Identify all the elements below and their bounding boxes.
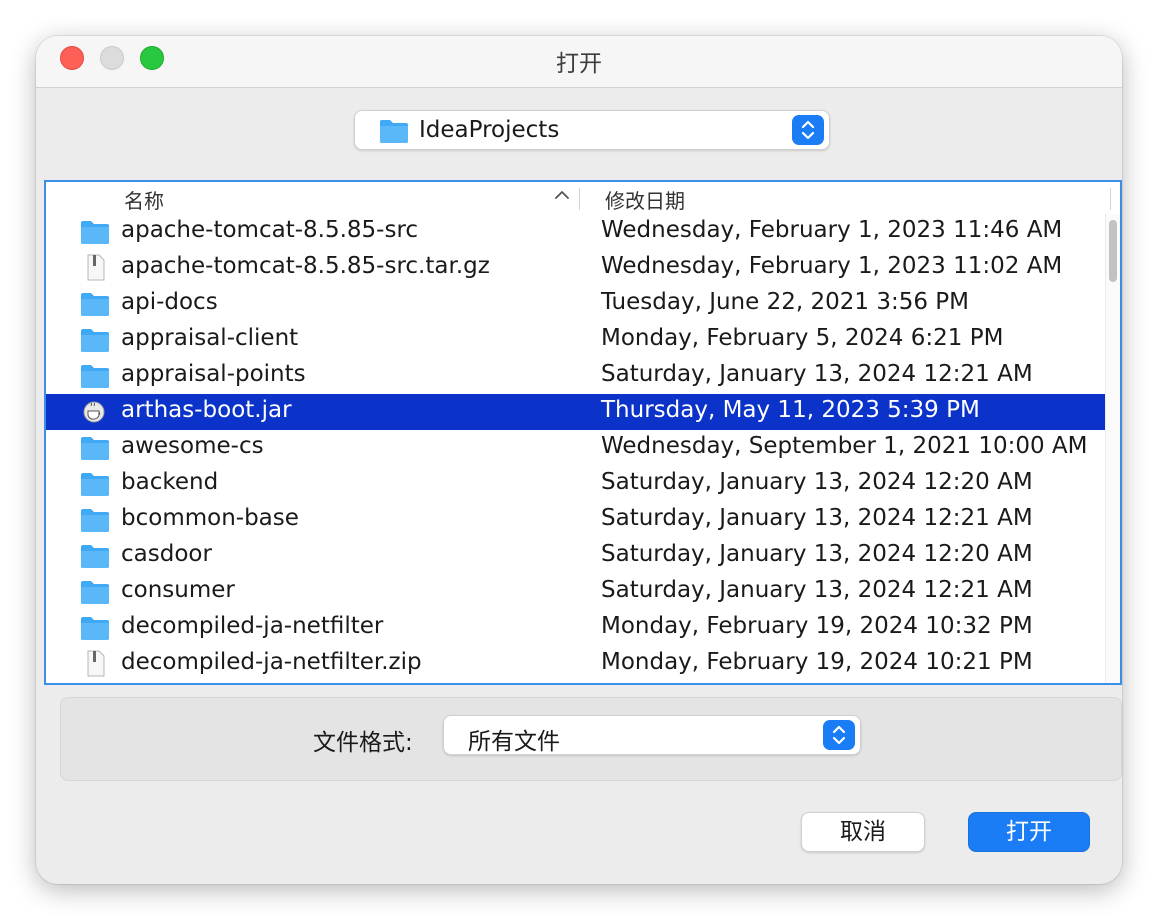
document-icon — [80, 650, 110, 678]
folder-icon — [379, 118, 409, 148]
file-name: api-docs — [121, 289, 218, 315]
file-name: appraisal-client — [121, 325, 299, 351]
file-date-modified: Wednesday, September 1, 2021 10:00 AM — [601, 433, 1088, 459]
file-list-row[interactable]: decompiled-ja-netfilter Monday, February … — [46, 610, 1108, 646]
file-list-row[interactable]: arthas-boot.jar Thursday, May 11, 2023 5:… — [46, 394, 1108, 430]
file-format-panel: 文件格式: 所有文件 — [60, 697, 1122, 781]
file-name: decompiled-ja-netfilter.zip — [121, 649, 422, 675]
file-date-modified: Wednesday, February 1, 2023 11:02 AM — [601, 253, 1063, 279]
folder-icon — [80, 362, 110, 390]
file-date-modified: Thursday, May 11, 2023 5:39 PM — [601, 397, 980, 423]
folder-icon — [80, 290, 110, 318]
file-date-modified: Wednesday, February 1, 2023 11:46 AM — [601, 217, 1063, 243]
updown-chevron-icon — [823, 720, 855, 750]
file-list-row[interactable]: appraisal-points Saturday, January 13, 20… — [46, 358, 1108, 394]
open-button[interactable]: 打开 — [968, 812, 1090, 852]
folder-icon — [80, 506, 110, 534]
file-list-row[interactable]: backend Saturday, January 13, 2024 12:20 … — [46, 466, 1108, 502]
location-popup-label: IdeaProjects — [419, 117, 560, 143]
file-list-row[interactable]: decompiled-ja-netfilter.zip Monday, Febru… — [46, 646, 1108, 682]
file-date-modified: Saturday, January 13, 2024 12:21 AM — [601, 361, 1033, 387]
column-header-name[interactable]: 名称 — [124, 185, 164, 214]
column-divider[interactable] — [1110, 188, 1111, 210]
file-date-modified: Monday, February 19, 2024 10:21 PM — [601, 649, 1033, 675]
file-list-row[interactable]: apache-tomcat-8.5.85-src Wednesday, Febru… — [46, 214, 1108, 250]
document-icon — [80, 254, 110, 282]
open-file-dialog: 打开 IdeaProjects 名称 修改日期 apache-tomcat-8.… — [36, 36, 1122, 884]
file-list-row[interactable]: appraisal-client Monday, February 5, 2024… — [46, 322, 1108, 358]
folder-icon — [80, 470, 110, 498]
file-date-modified: Saturday, January 13, 2024 12:21 AM — [601, 505, 1033, 531]
location-popup[interactable]: IdeaProjects — [354, 110, 830, 150]
file-list-row[interactable]: consumer Saturday, January 13, 2024 12:21… — [46, 574, 1108, 610]
window-title: 打开 — [556, 51, 602, 77]
java-jar-icon — [80, 398, 110, 426]
file-name: arthas-boot.jar — [121, 397, 292, 423]
folder-icon — [80, 434, 110, 462]
column-header-date-modified[interactable]: 修改日期 — [605, 185, 685, 214]
folder-icon — [80, 578, 110, 606]
file-name: awesome-cs — [121, 433, 264, 459]
column-divider[interactable] — [579, 188, 580, 210]
sort-ascending-icon — [553, 186, 571, 208]
file-name: casdoor — [121, 541, 212, 567]
file-name: backend — [121, 469, 219, 495]
file-date-modified: Saturday, January 13, 2024 12:20 AM — [601, 469, 1033, 495]
file-name: apache-tomcat-8.5.85-src — [121, 217, 419, 243]
file-date-modified: Monday, February 19, 2024 10:32 PM — [601, 613, 1033, 639]
file-list-rows: apache-tomcat-8.5.85-src Wednesday, Febru… — [46, 214, 1108, 682]
file-date-modified: Saturday, January 13, 2024 12:21 AM — [601, 577, 1033, 603]
cancel-button[interactable]: 取消 — [801, 812, 925, 852]
file-date-modified: Monday, February 5, 2024 6:21 PM — [601, 325, 1004, 351]
file-name: appraisal-points — [121, 361, 306, 387]
file-list-row[interactable]: casdoor Saturday, January 13, 2024 12:20 … — [46, 538, 1108, 574]
file-name: apache-tomcat-8.5.85-src.tar.gz — [121, 253, 490, 279]
file-list-row[interactable]: apache-tomcat-8.5.85-src.tar.gz Wednesday… — [46, 250, 1108, 286]
vertical-scrollbar[interactable] — [1105, 214, 1120, 683]
file-list-row[interactable]: awesome-cs Wednesday, September 1, 2021 1… — [46, 430, 1108, 466]
file-list-row[interactable]: bcommon-base Saturday, January 13, 2024 1… — [46, 502, 1108, 538]
file-name: consumer — [121, 577, 235, 603]
file-list: 名称 修改日期 apache-tomcat-8.5.85-src Wednesda… — [44, 180, 1122, 685]
folder-icon — [80, 542, 110, 570]
scrollbar-thumb[interactable] — [1109, 220, 1117, 282]
file-format-label: 文件格式: — [313, 730, 413, 756]
updown-chevron-icon — [792, 115, 824, 145]
folder-icon — [80, 326, 110, 354]
file-list-header: 名称 修改日期 — [46, 182, 1120, 214]
title-bar: 打开 — [36, 36, 1122, 88]
file-name: decompiled-ja-netfilter — [121, 613, 384, 639]
file-date-modified: Tuesday, June 22, 2021 3:56 PM — [601, 289, 969, 315]
file-format-value: 所有文件 — [468, 729, 560, 755]
file-format-popup[interactable]: 所有文件 — [443, 715, 861, 755]
folder-icon — [80, 614, 110, 642]
file-list-row[interactable]: api-docs Tuesday, June 22, 2021 3:56 PM — [46, 286, 1108, 322]
file-date-modified: Saturday, January 13, 2024 12:20 AM — [601, 541, 1033, 567]
folder-icon — [80, 218, 110, 246]
file-name: bcommon-base — [121, 505, 299, 531]
